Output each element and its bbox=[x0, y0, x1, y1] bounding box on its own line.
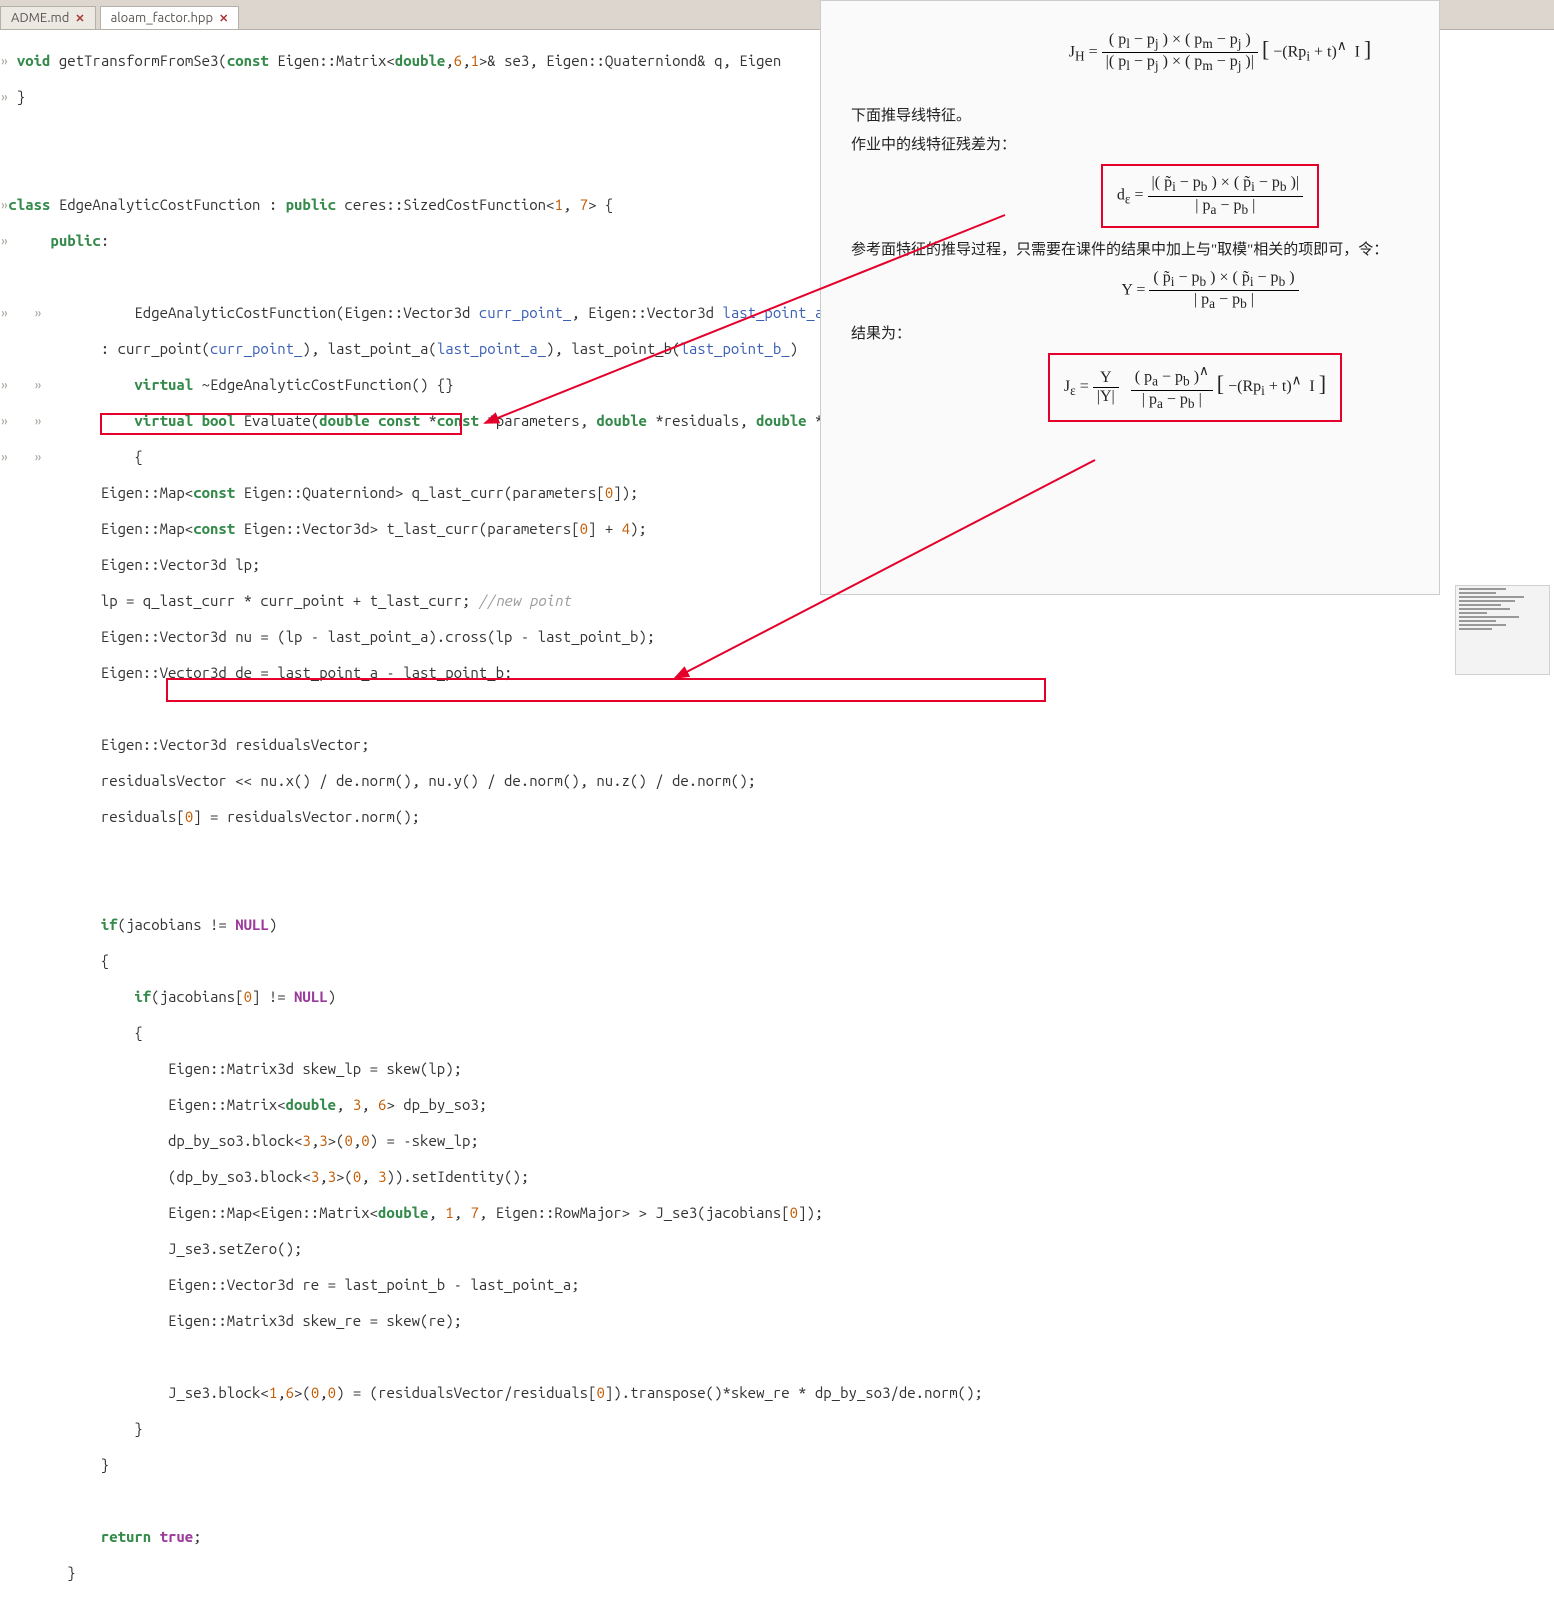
tab-label: aloam_factor.hpp bbox=[111, 11, 214, 25]
formula-de: dε = |( p̃i − pb ) × ( p̃i − pb )| | pa … bbox=[1011, 164, 1409, 227]
formula-y: Y = ( p̃i − pb ) × ( p̃i − pb ) | pa − p… bbox=[1011, 269, 1409, 312]
close-icon[interactable]: ✕ bbox=[75, 12, 84, 25]
tab-readme[interactable]: ADME.md ✕ bbox=[0, 6, 96, 29]
formula-je: Jε = Y|Y| ( pa − pb )∧| pa − pb | [ −(Rp… bbox=[981, 353, 1409, 422]
doc-text: 参考面特征的推导过程，只需要在课件的结果中加上与"取模"相关的项即可，令： bbox=[851, 238, 1409, 259]
close-icon[interactable]: ✕ bbox=[219, 12, 228, 25]
code-editor[interactable]: » void getTransformFromSe3(const Eigen::… bbox=[0, 30, 840, 1600]
doc-text: 结果为： bbox=[851, 322, 1409, 343]
doc-text: 作业中的线特征残差为： bbox=[851, 133, 1409, 154]
minimap[interactable] bbox=[1455, 585, 1550, 675]
tab-label: ADME.md bbox=[11, 11, 69, 25]
tab-aloam-factor[interactable]: aloam_factor.hpp ✕ bbox=[100, 6, 240, 29]
document-panel: JH = ( pl − pj ) × ( pm − pj ) |( pl − p… bbox=[820, 0, 1440, 595]
doc-text: 下面推导线特征。 bbox=[851, 104, 1409, 125]
formula-jh: JH = ( pl − pj ) × ( pm − pj ) |( pl − p… bbox=[1031, 31, 1409, 74]
